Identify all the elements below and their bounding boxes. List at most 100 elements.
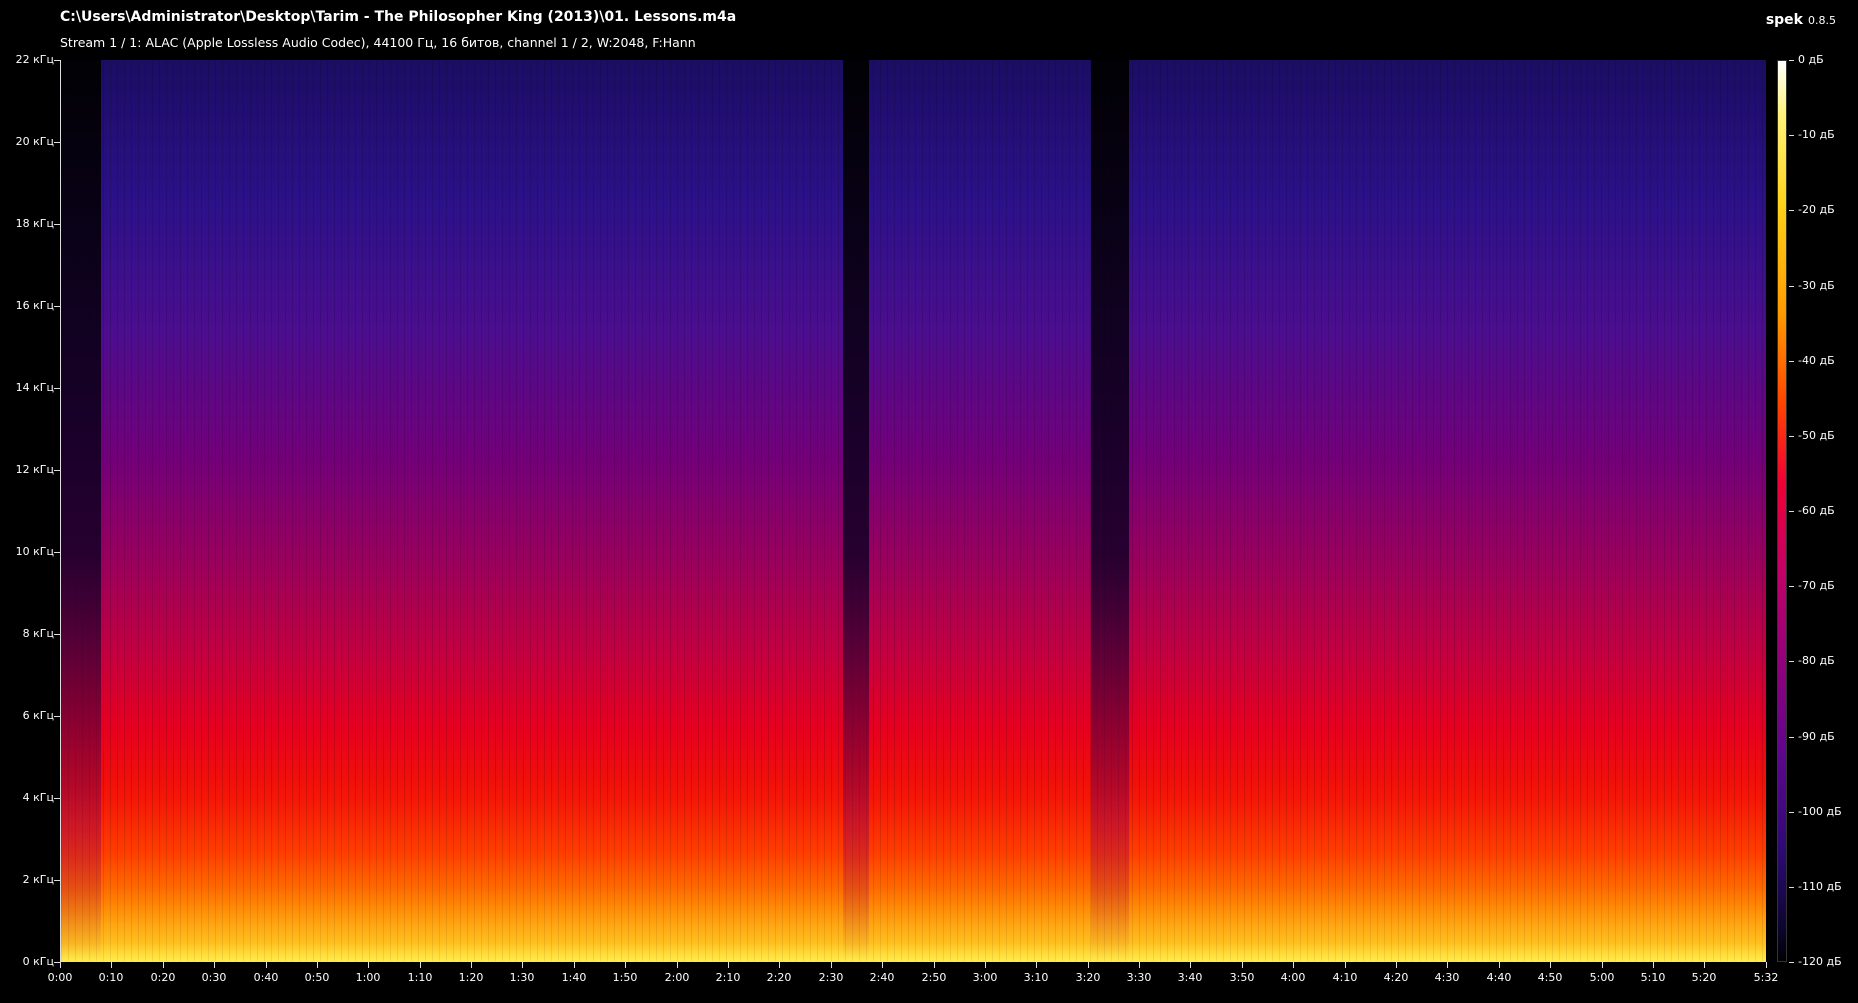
frequency-label: 12 кГц (15, 463, 54, 476)
frequency-label: 0 кГц (22, 955, 54, 968)
db-label: -20 дБ (1798, 203, 1835, 216)
frequency-tick (54, 634, 60, 635)
db-label: -10 дБ (1798, 128, 1835, 141)
frequency-tick (54, 306, 60, 307)
frequency-tick (54, 798, 60, 799)
time-tick (728, 962, 729, 968)
db-tick (1789, 436, 1794, 437)
time-label: 5:20 (1691, 971, 1717, 984)
time-label: 1:10 (407, 971, 433, 984)
time-label: 0:00 (47, 971, 73, 984)
time-label: 5:00 (1589, 971, 1615, 984)
app-logo: spek 0.8.5 (1766, 9, 1836, 28)
quiet-section-1 (843, 60, 869, 961)
time-tick (368, 962, 369, 968)
app-version: 0.8.5 (1808, 14, 1836, 27)
frequency-label: 22 кГц (15, 53, 54, 66)
db-tick (1789, 812, 1794, 813)
frequency-label: 4 кГц (22, 791, 54, 804)
file-path-title: C:\Users\Administrator\Desktop\Tarim - T… (60, 9, 737, 25)
frequency-label: 2 кГц (22, 873, 54, 886)
db-tick (1789, 361, 1794, 362)
db-tick (1789, 60, 1794, 61)
time-label: 5:32 (1753, 971, 1779, 984)
time-label: 1:20 (458, 971, 484, 984)
db-label: -50 дБ (1798, 429, 1835, 442)
time-label: 2:20 (766, 971, 792, 984)
time-label: 1:00 (355, 971, 381, 984)
db-label: -90 дБ (1798, 730, 1835, 743)
db-label: -30 дБ (1798, 279, 1835, 292)
time-tick (1766, 962, 1767, 968)
time-tick (1088, 962, 1089, 968)
frequency-label: 8 кГц (22, 627, 54, 640)
frequency-tick (54, 224, 60, 225)
time-label: 0:10 (98, 971, 124, 984)
time-tick (882, 962, 883, 968)
spek-window: C:\Users\Administrator\Desktop\Tarim - T… (0, 0, 1858, 1003)
frequency-label: 14 кГц (15, 381, 54, 394)
time-label: 4:50 (1537, 971, 1563, 984)
time-tick (1447, 962, 1448, 968)
time-label: 2:30 (818, 971, 844, 984)
db-label: -100 дБ (1798, 805, 1842, 818)
time-tick (111, 962, 112, 968)
time-label: 4:40 (1486, 971, 1512, 984)
frequency-label: 18 кГц (15, 217, 54, 230)
time-label: 3:20 (1075, 971, 1101, 984)
time-tick (1602, 962, 1603, 968)
db-tick (1789, 135, 1794, 136)
quiet-section-intro (61, 60, 101, 961)
db-label: -80 дБ (1798, 654, 1835, 667)
time-label: 4:00 (1280, 971, 1306, 984)
frequency-tick (54, 552, 60, 553)
db-label: -60 дБ (1798, 504, 1835, 517)
time-label: 2:40 (869, 971, 895, 984)
time-label: 1:40 (561, 971, 587, 984)
time-tick (779, 962, 780, 968)
time-tick (831, 962, 832, 968)
spectrogram[interactable] (60, 60, 1766, 962)
time-label: 3:30 (1126, 971, 1152, 984)
time-tick (1550, 962, 1551, 968)
db-label: -40 дБ (1798, 354, 1835, 367)
time-tick (522, 962, 523, 968)
time-label: 0:50 (304, 971, 330, 984)
frequency-label: 20 кГц (15, 135, 54, 148)
time-label: 0:30 (201, 971, 227, 984)
time-tick (420, 962, 421, 968)
db-tick (1789, 586, 1794, 587)
time-label: 4:20 (1383, 971, 1409, 984)
time-tick (317, 962, 318, 968)
frequency-tick (54, 60, 60, 61)
time-tick (60, 962, 61, 968)
db-label: -70 дБ (1798, 579, 1835, 592)
time-tick (1190, 962, 1191, 968)
time-tick (677, 962, 678, 968)
time-label: 4:30 (1434, 971, 1460, 984)
time-tick (625, 962, 626, 968)
time-tick (163, 962, 164, 968)
time-tick (1704, 962, 1705, 968)
frequency-tick (54, 470, 60, 471)
db-colorbar (1777, 60, 1787, 962)
time-label: 3:00 (972, 971, 998, 984)
time-label: 1:50 (612, 971, 638, 984)
time-label: 3:40 (1177, 971, 1203, 984)
time-tick (1345, 962, 1346, 968)
spectrogram-low-frequency-energy (61, 798, 1766, 961)
frequency-tick (54, 880, 60, 881)
time-label: 2:10 (715, 971, 741, 984)
time-tick (1499, 962, 1500, 968)
time-label: 2:00 (664, 971, 690, 984)
frequency-tick (54, 716, 60, 717)
time-tick (1293, 962, 1294, 968)
frequency-tick (54, 142, 60, 143)
frequency-label: 16 кГц (15, 299, 54, 312)
time-tick (1396, 962, 1397, 968)
time-label: 0:20 (150, 971, 176, 984)
time-label: 4:10 (1332, 971, 1358, 984)
db-tick (1789, 887, 1794, 888)
db-tick (1789, 210, 1794, 211)
db-tick (1789, 661, 1794, 662)
